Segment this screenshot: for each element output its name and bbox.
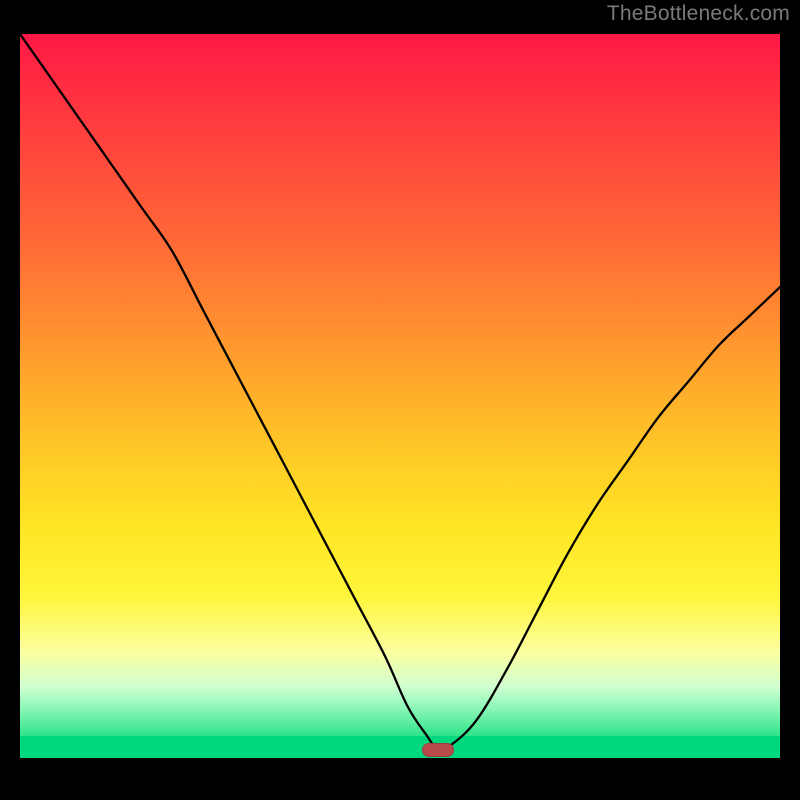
sweet-spot-marker bbox=[422, 743, 454, 757]
chart-stage: TheBottleneck.com bbox=[0, 0, 800, 800]
bottleneck-curve bbox=[20, 20, 780, 780]
plot-area bbox=[20, 20, 780, 780]
